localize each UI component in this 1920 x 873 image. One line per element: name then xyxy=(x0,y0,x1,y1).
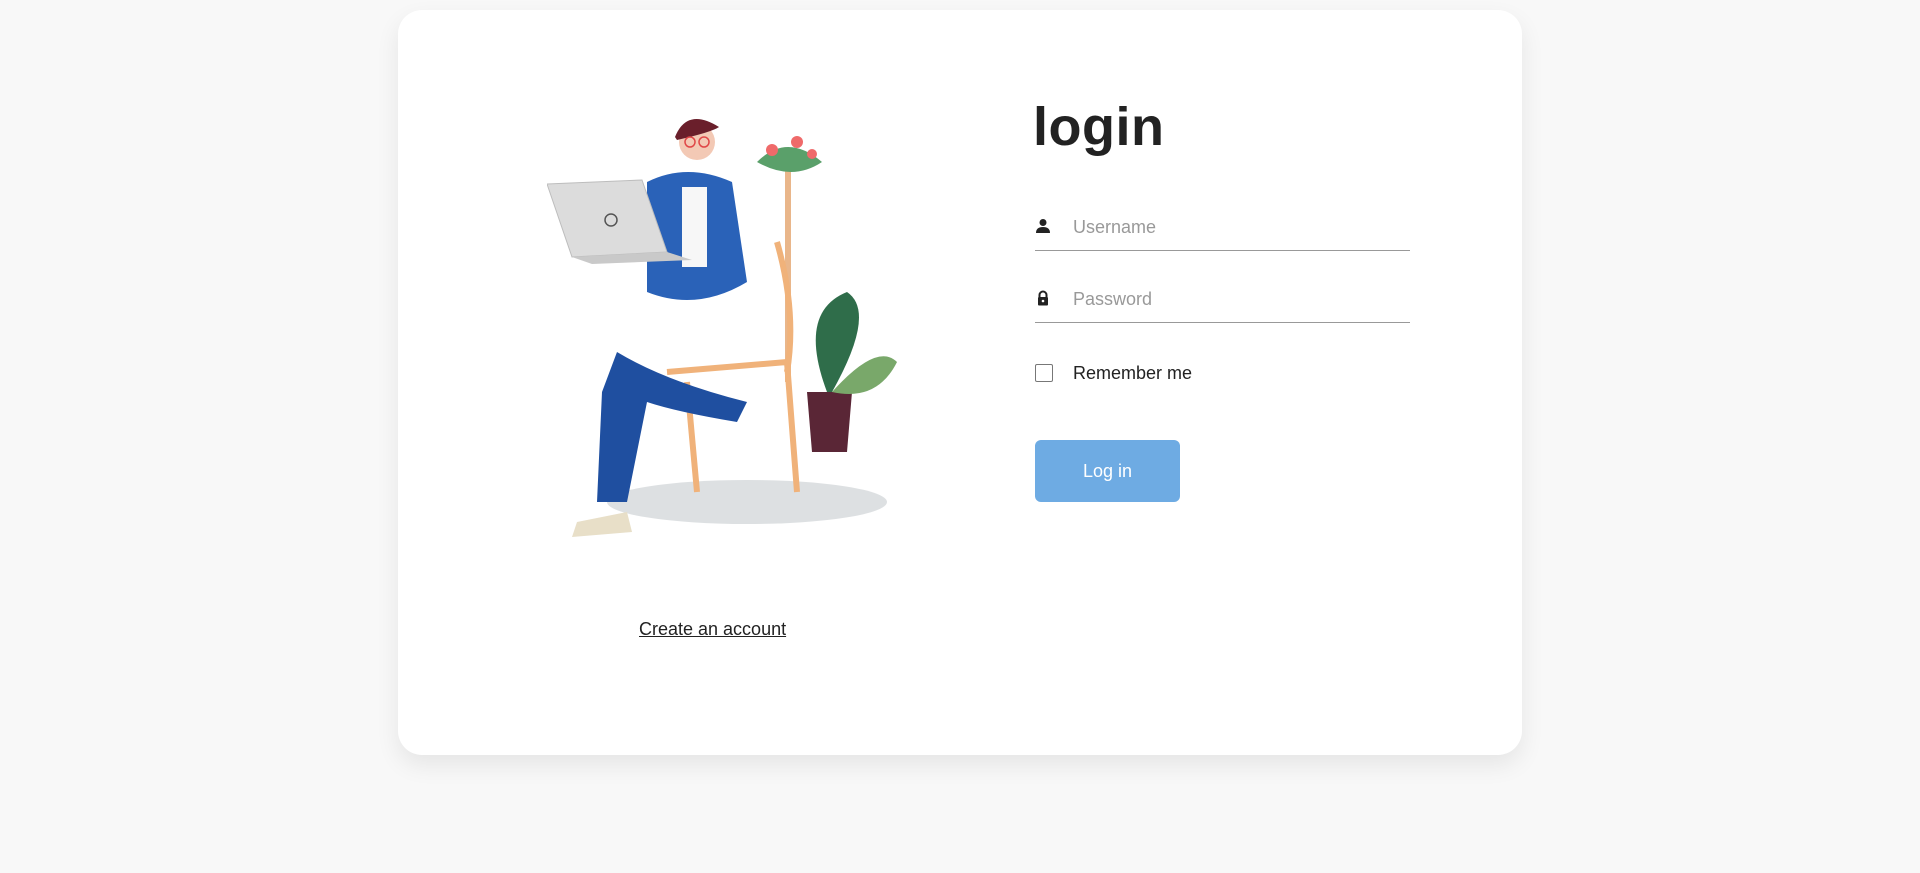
remember-me[interactable]: Remember me xyxy=(1035,363,1192,383)
remember-me-label: Remember me xyxy=(1073,362,1193,383)
password-field xyxy=(1035,282,1410,323)
page-title: login xyxy=(1033,97,1165,157)
login-button[interactable]: Log in xyxy=(1035,440,1180,502)
login-illustration xyxy=(547,119,897,537)
remember-me-checkbox[interactable] xyxy=(1035,364,1053,382)
create-account-link[interactable]: Create an account xyxy=(639,619,786,640)
lock-icon xyxy=(1038,290,1048,306)
user-icon xyxy=(1036,219,1050,233)
password-input[interactable] xyxy=(1073,284,1403,314)
username-input[interactable] xyxy=(1073,212,1403,242)
username-field xyxy=(1035,210,1410,251)
